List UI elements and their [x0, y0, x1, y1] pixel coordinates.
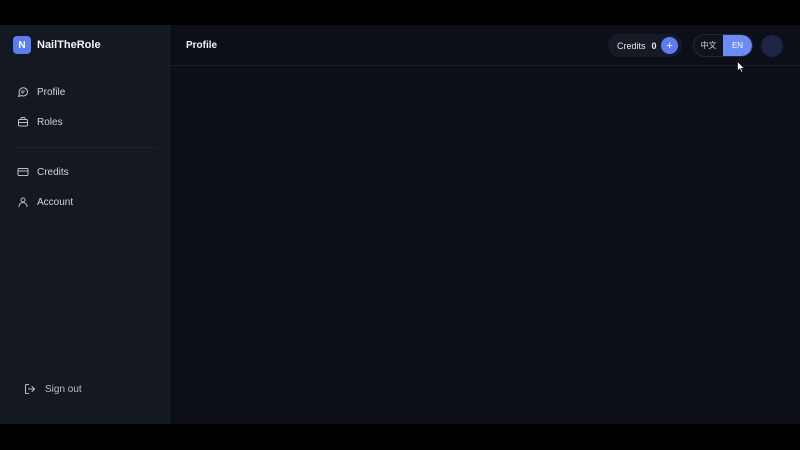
brand-logo: N: [13, 36, 31, 54]
sidebar-item-account[interactable]: Account: [0, 187, 170, 217]
brand-name: NailTheRole: [37, 39, 101, 51]
avatar[interactable]: [761, 35, 783, 57]
brand[interactable]: N NailTheRole: [0, 25, 169, 65]
add-credits-button[interactable]: +: [661, 37, 678, 54]
sidebar-item-roles[interactable]: Roles: [0, 107, 170, 137]
sign-out-label: Sign out: [45, 383, 82, 395]
credits-count: 0: [651, 40, 657, 51]
sidebar-item-label: Profile: [37, 86, 66, 98]
sidebar-item-label: Credits: [37, 166, 69, 178]
sign-out-icon: [24, 383, 36, 395]
mouse-cursor-icon: [737, 61, 745, 73]
sidebar-item-profile[interactable]: Profile: [0, 77, 170, 107]
sidebar-divider: [12, 147, 157, 148]
credits-badge[interactable]: Credits 0 +: [608, 34, 682, 57]
sidebar-nav-secondary: Credits Account: [0, 157, 170, 217]
language-option-zh[interactable]: 中文: [694, 35, 723, 56]
user-icon: [17, 196, 29, 208]
sidebar-item-label: Account: [37, 196, 74, 208]
main-content: Profile Credits 0 + 中文 EN: [170, 25, 800, 424]
sign-out-button[interactable]: Sign out: [24, 383, 82, 395]
page-title: Profile: [186, 39, 218, 51]
sidebar: N NailTheRole Profile Roles Credits Acco…: [0, 25, 170, 424]
credit-card-icon: [17, 166, 29, 178]
credits-label: Credits: [617, 40, 646, 51]
chat-bubble-icon: [17, 86, 29, 98]
top-bar: Profile Credits 0 + 中文 EN: [170, 25, 800, 66]
app-window: N NailTheRole Profile Roles Credits Acco…: [0, 25, 800, 424]
language-option-en[interactable]: EN: [723, 35, 752, 56]
sidebar-item-credits[interactable]: Credits: [0, 157, 170, 187]
sidebar-nav-primary: Profile Roles: [0, 77, 170, 137]
briefcase-icon: [17, 116, 29, 128]
language-toggle: 中文 EN: [693, 34, 753, 57]
sidebar-item-label: Roles: [37, 116, 63, 128]
